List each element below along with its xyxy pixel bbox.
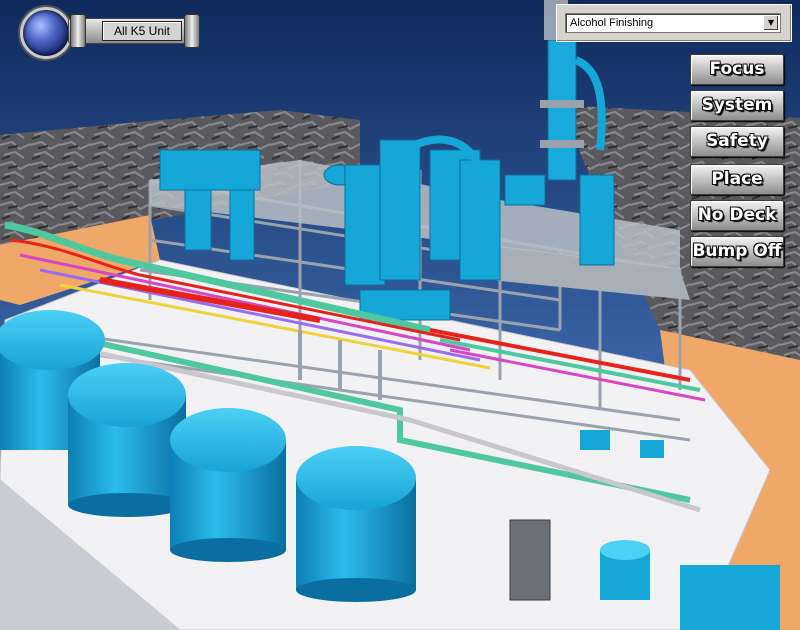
area-dropdown-field[interactable]: Alcohol Finishing ▼ [565, 13, 781, 33]
dropdown-arrow-icon[interactable]: ▼ [763, 15, 779, 31]
bump-off-button[interactable]: Bump Off [690, 236, 784, 267]
system-button[interactable]: System [690, 90, 784, 121]
storage-tank [296, 446, 416, 602]
storage-tank [170, 408, 286, 562]
safety-button[interactable]: Safety [690, 126, 784, 157]
storage-tank [68, 363, 186, 517]
place-button[interactable]: Place [690, 164, 784, 195]
no-deck-button[interactable]: No Deck [690, 200, 784, 231]
focus-button[interactable]: Focus [690, 54, 784, 85]
unit-selector[interactable]: All K5 Unit [8, 4, 208, 59]
area-dropdown[interactable]: Alcohol Finishing ▼ [556, 4, 792, 42]
rail-cap-left [70, 14, 86, 48]
rail-cap-right [184, 14, 200, 48]
unit-selector-label: All K5 Unit [102, 21, 182, 41]
plant-3d-viewport[interactable] [0, 0, 800, 630]
blue-orb-knob-icon[interactable] [20, 7, 72, 59]
area-dropdown-value: Alcohol Finishing [570, 17, 654, 29]
